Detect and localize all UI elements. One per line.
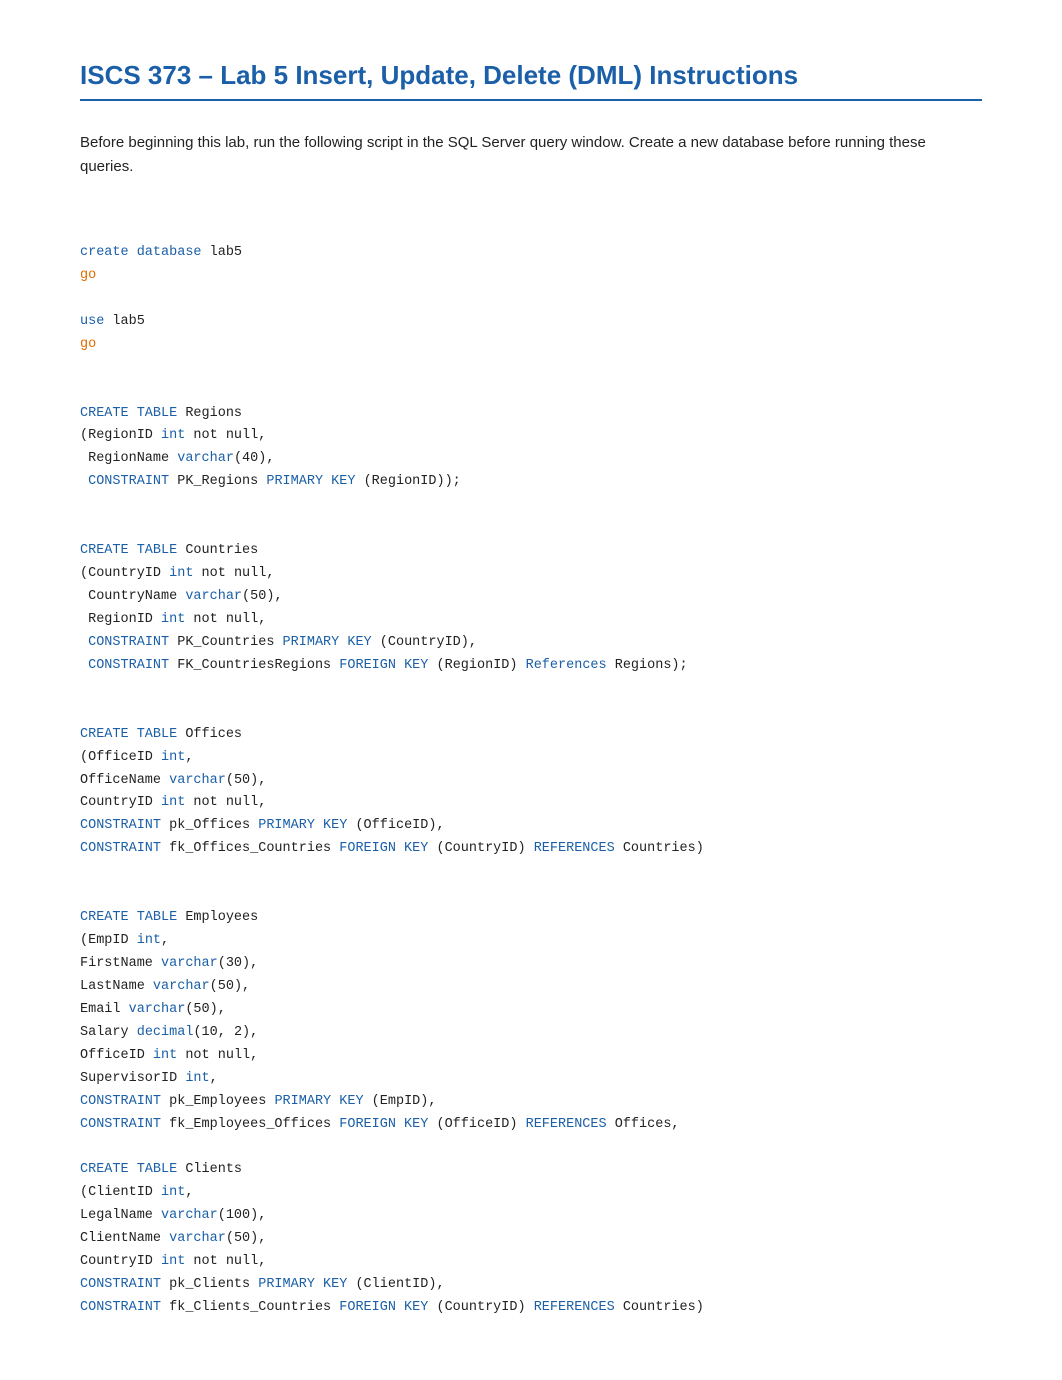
page-title: ISCS 373 – Lab 5 Insert, Update, Delete …: [80, 60, 982, 101]
sql-code-block: create database lab5 go use lab5 go CREA…: [80, 219, 982, 1320]
intro-paragraph: Before beginning this lab, run the follo…: [80, 131, 982, 179]
